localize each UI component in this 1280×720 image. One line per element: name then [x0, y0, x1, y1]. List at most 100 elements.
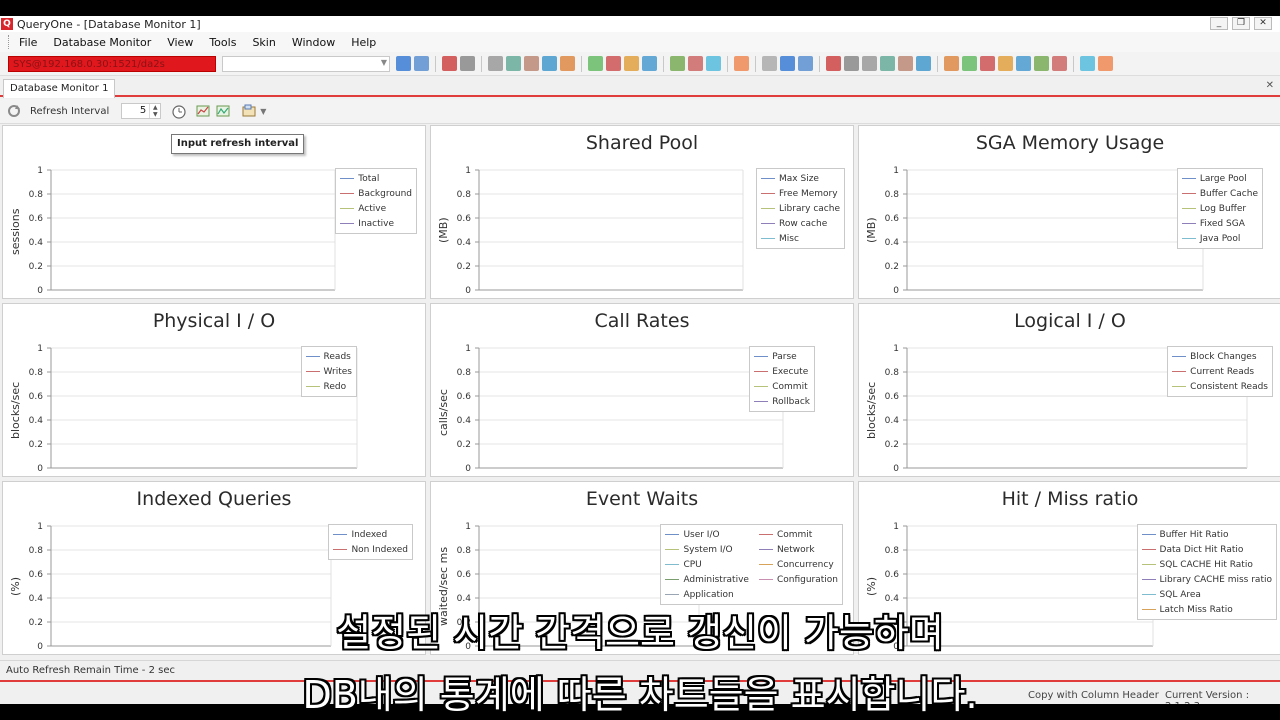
legend-item[interactable]: Max Size	[761, 171, 840, 186]
legend-item[interactable]: Application	[665, 587, 749, 602]
toolbar-tool-icon[interactable]	[944, 56, 959, 71]
legend-item[interactable]: Configuration	[758, 572, 838, 587]
toolbar-tool-icon[interactable]	[588, 56, 603, 71]
legend-item[interactable]: Library cache	[761, 201, 840, 216]
toolbar-tool-icon[interactable]	[460, 56, 475, 71]
legend-item[interactable]: SQL CACHE Hit Ratio	[1141, 557, 1272, 572]
legend-item[interactable]: Block Changes	[1172, 349, 1268, 364]
legend-swatch	[665, 549, 680, 550]
toolbar-tool-icon[interactable]	[826, 56, 841, 71]
legend-item[interactable]: Commit	[754, 379, 810, 394]
menu-help[interactable]: Help	[343, 36, 384, 49]
legend-item[interactable]: Row cache	[761, 216, 840, 231]
legend-item[interactable]: Total	[340, 171, 412, 186]
toolbar-tool-icon[interactable]	[880, 56, 895, 71]
toolbar-tool-icon[interactable]	[1016, 56, 1031, 71]
toolbar-tool-icon[interactable]	[1080, 56, 1095, 71]
refresh-interval-input[interactable]: 5 ▲ ▼	[121, 103, 162, 119]
chart-export-icon[interactable]	[215, 103, 231, 119]
toolbar-tool-icon[interactable]	[998, 56, 1013, 71]
toolbar-tool-icon[interactable]	[642, 56, 657, 71]
toolbar-tool-icon[interactable]	[688, 56, 703, 71]
refresh-icon[interactable]	[6, 103, 22, 119]
legend-item[interactable]: CPU	[665, 557, 749, 572]
legend-item[interactable]: Commit	[758, 527, 838, 542]
legend-item[interactable]: Inactive	[340, 216, 412, 231]
toolbar-tool-icon[interactable]	[670, 56, 685, 71]
legend-swatch	[754, 356, 769, 357]
layout-icon[interactable]	[241, 103, 257, 119]
toolbar-tool-icon[interactable]	[414, 56, 429, 71]
tab-close-icon[interactable]: ✕	[1266, 80, 1274, 91]
menu-view[interactable]: View	[159, 36, 201, 49]
legend-item[interactable]: Background	[340, 186, 412, 201]
timer-icon[interactable]	[171, 103, 187, 119]
legend-swatch	[754, 371, 769, 372]
legend-item[interactable]: Rollback	[754, 394, 810, 409]
legend-item[interactable]: Administrative	[665, 572, 749, 587]
toolbar-tool-icon[interactable]	[962, 56, 977, 71]
legend-item[interactable]: Log Buffer	[1181, 201, 1258, 216]
toolbar-tool-icon[interactable]	[488, 56, 503, 71]
minimize-button[interactable]: _	[1210, 17, 1228, 30]
legend-item[interactable]: Network	[758, 542, 838, 557]
menu-database-monitor[interactable]: Database Monitor	[45, 36, 159, 49]
legend-item[interactable]: Fixed SGA	[1181, 216, 1258, 231]
legend-item[interactable]: System I/O	[665, 542, 749, 557]
toolbar-tool-icon[interactable]	[606, 56, 621, 71]
legend-item[interactable]: Misc	[761, 231, 840, 246]
toolbar-tool-icon[interactable]	[560, 56, 575, 71]
toolbar-tool-icon[interactable]	[1098, 56, 1113, 71]
connection-selector[interactable]: SYS@192.168.0.30:1521/da2s	[8, 55, 216, 72]
toolbar-tool-icon[interactable]	[798, 56, 813, 71]
legend-item[interactable]: Non Indexed	[333, 542, 408, 557]
legend-item[interactable]: Execute	[754, 364, 810, 379]
legend-item[interactable]: Library CACHE miss ratio	[1141, 572, 1272, 587]
legend-item[interactable]: Consistent Reads	[1172, 379, 1268, 394]
toolbar-tool-icon[interactable]	[1052, 56, 1067, 71]
toolbar-tool-icon[interactable]	[506, 56, 521, 71]
toolbar-tool-icon[interactable]	[734, 56, 749, 71]
legend-item[interactable]: Writes	[305, 364, 352, 379]
legend-item[interactable]: User I/O	[665, 527, 749, 542]
legend-item[interactable]: Large Pool	[1181, 171, 1258, 186]
toolbar-tool-icon[interactable]	[442, 56, 457, 71]
toolbar-tool-icon[interactable]	[1034, 56, 1049, 71]
legend-item[interactable]: Java Pool	[1181, 231, 1258, 246]
toolbar-tool-icon[interactable]	[844, 56, 859, 71]
spin-arrows-icon[interactable]: ▲ ▼	[149, 104, 160, 118]
legend-item[interactable]: Buffer Hit Ratio	[1141, 527, 1272, 542]
menu-tools[interactable]: Tools	[201, 36, 244, 49]
toolbar-tool-icon[interactable]	[980, 56, 995, 71]
menu-skin[interactable]: Skin	[244, 36, 283, 49]
toolbar-tool-icon[interactable]	[898, 56, 913, 71]
toolbar-tool-icon[interactable]	[624, 56, 639, 71]
legend-item[interactable]: Active	[340, 201, 412, 216]
legend-item[interactable]: Free Memory	[761, 186, 840, 201]
toolbar-tool-icon[interactable]	[706, 56, 721, 71]
toolbar-tool-icon[interactable]	[916, 56, 931, 71]
legend-item[interactable]: Reads	[305, 349, 352, 364]
legend-item[interactable]: Indexed	[333, 527, 408, 542]
toolbar-tool-icon[interactable]	[762, 56, 777, 71]
toolbar-tool-icon[interactable]	[542, 56, 557, 71]
menu-window[interactable]: Window	[284, 36, 343, 49]
menu-file[interactable]: File	[11, 36, 45, 49]
legend-item[interactable]: Concurrency	[758, 557, 838, 572]
legend-item[interactable]: Parse	[754, 349, 810, 364]
legend-item[interactable]: Redo	[305, 379, 352, 394]
toolbar-tool-icon[interactable]	[396, 56, 411, 71]
chevron-down-icon[interactable]: ▼	[260, 107, 266, 116]
toolbar-tool-icon[interactable]	[780, 56, 795, 71]
schema-dropdown[interactable]: ▼	[222, 55, 390, 72]
chart-settings-icon[interactable]	[195, 103, 211, 119]
legend-item[interactable]: Current Reads	[1172, 364, 1268, 379]
restore-button[interactable]: ❐	[1232, 17, 1250, 30]
legend-item[interactable]: Data Dict Hit Ratio	[1141, 542, 1272, 557]
toolbar-tool-icon[interactable]	[524, 56, 539, 71]
close-button[interactable]: ✕	[1254, 17, 1272, 30]
legend-item[interactable]: Buffer Cache	[1181, 186, 1258, 201]
toolbar-tool-icon[interactable]	[862, 56, 877, 71]
legend-item[interactable]: SQL Area	[1141, 587, 1272, 602]
tab-database-monitor-1[interactable]: Database Monitor 1	[3, 79, 116, 98]
